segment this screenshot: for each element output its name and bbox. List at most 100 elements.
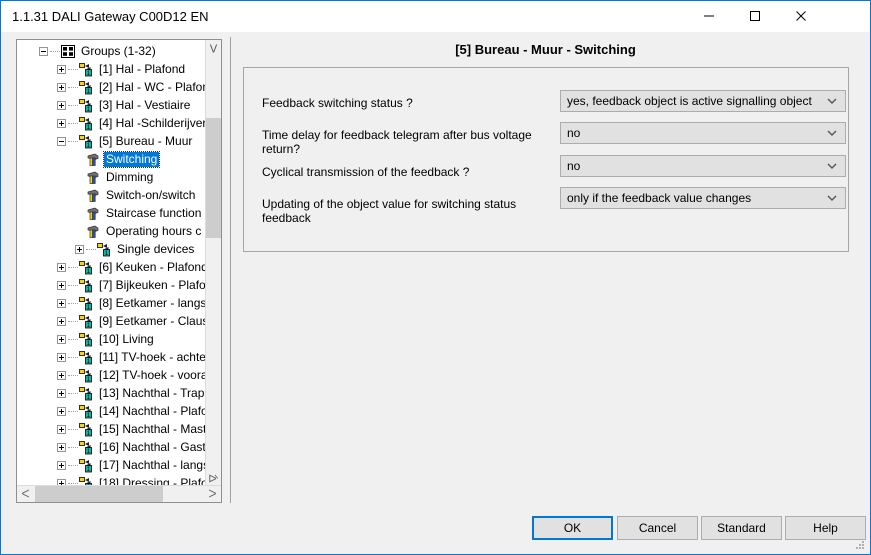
chevron-down-icon — [827, 130, 837, 137]
tree-node[interactable]: 1[3] Hal - Vestiaire — [17, 96, 207, 114]
expand-node-button[interactable] — [57, 83, 66, 92]
tree-node[interactable]: 1[7] Bijkeuken - Plafor — [17, 276, 207, 294]
parameter-group-box: Feedback switching status ? yes, feedbac… — [243, 67, 849, 252]
group-icon: 1 — [79, 459, 94, 473]
expand-node-button[interactable] — [57, 317, 66, 326]
expand-node-button[interactable] — [57, 407, 66, 416]
collapse-node-button[interactable] — [39, 47, 48, 56]
expand-node-button[interactable] — [57, 425, 66, 434]
tree-vertical-scrollbar[interactable]: ᐯ ᐭ — [205, 40, 221, 487]
expand-node-button[interactable] — [57, 335, 66, 344]
ok-button[interactable]: OK — [532, 516, 613, 540]
tree-connector — [68, 321, 78, 323]
tree-connector — [68, 69, 78, 71]
vertical-scroll-thumb[interactable] — [206, 118, 221, 238]
close-icon — [795, 10, 807, 22]
tree-node[interactable]: 1[2] Hal - WC - Plafon — [17, 78, 207, 96]
tree-panel: Groups (1-32)1[1] Hal - Plafond1[2] Hal … — [16, 39, 222, 503]
tree-connector — [68, 285, 78, 287]
maximize-button[interactable] — [732, 1, 778, 31]
combobox-value: no — [567, 159, 580, 173]
tree-node[interactable]: 1[5] Bureau - Muur — [17, 132, 207, 150]
expand-node-button[interactable] — [57, 371, 66, 380]
tree-node[interactable]: Dimming — [17, 168, 207, 186]
close-button[interactable] — [778, 1, 824, 31]
group-icon: 1 — [79, 369, 94, 383]
tree-node[interactable]: 1[10] Living — [17, 330, 207, 348]
tree-node[interactable]: 1[11] TV-hoek - achter — [17, 348, 207, 366]
expand-node-button[interactable] — [57, 443, 66, 452]
tree-node-root[interactable]: Groups (1-32) — [17, 42, 207, 60]
expand-node-button[interactable] — [57, 263, 66, 272]
expand-node-button[interactable] — [57, 65, 66, 74]
tree-content: Groups (1-32)1[1] Hal - Plafond1[2] Hal … — [17, 42, 207, 487]
tree-node-label: [7] Bijkeuken - Plafor — [97, 278, 207, 293]
object-value-update-combobox[interactable]: only if the feedback value changes — [560, 187, 846, 209]
expand-node-button[interactable] — [57, 119, 66, 128]
scroll-up-button[interactable]: ᐯ — [206, 40, 221, 57]
tree-node[interactable]: 1[8] Eetkamer - langs V — [17, 294, 207, 312]
tree-node[interactable]: Switching — [17, 150, 207, 168]
tree-connector — [68, 429, 78, 431]
tree-node[interactable]: 1[12] TV-hoek - vooraa — [17, 366, 207, 384]
help-button[interactable]: Help — [785, 516, 866, 540]
expand-node-button[interactable] — [57, 299, 66, 308]
expand-node-button[interactable] — [57, 101, 66, 110]
horizontal-scroll-thumb[interactable] — [35, 486, 163, 502]
expand-node-button[interactable] — [57, 353, 66, 362]
group-icon: 1 — [79, 387, 94, 401]
chevron-down-icon — [827, 98, 837, 105]
maximize-icon — [749, 10, 761, 22]
time-delay-feedback-combobox[interactable]: no — [560, 122, 846, 144]
tree-node[interactable]: 1[1] Hal - Plafond — [17, 60, 207, 78]
tree-node-label: [8] Eetkamer - langs V — [97, 296, 207, 311]
tree-horizontal-scrollbar[interactable]: ᐸ ᐳ — [17, 485, 221, 502]
tree-node-label: [15] Nachthal - Maste — [97, 422, 207, 437]
tree-node-label: [2] Hal - WC - Plafon — [97, 80, 207, 95]
expand-node-button[interactable] — [57, 389, 66, 398]
collapse-node-button[interactable] — [57, 137, 66, 146]
tree-connector — [68, 393, 78, 395]
tree-viewport[interactable]: Groups (1-32)1[1] Hal - Plafond1[2] Hal … — [17, 40, 207, 487]
tree-node[interactable]: Operating hours c — [17, 222, 207, 240]
tree-node[interactable]: 1[13] Nachthal - Traph — [17, 384, 207, 402]
group-icon: 1 — [79, 315, 94, 329]
cancel-button[interactable]: Cancel — [617, 516, 698, 540]
scroll-right-button[interactable]: ᐳ — [204, 486, 221, 502]
cyclical-transmission-combobox[interactable]: no — [560, 155, 846, 177]
expand-node-button[interactable] — [75, 245, 84, 254]
parameter-label: Time delay for feedback telegram after b… — [262, 128, 544, 156]
tree-node-label: [1] Hal - Plafond — [97, 62, 187, 77]
chevron-down-icon — [827, 163, 837, 170]
tree-node[interactable]: 1[6] Keuken - Plafond — [17, 258, 207, 276]
tree-node-label: [14] Nachthal - Plafor — [97, 404, 207, 419]
expand-node-button[interactable] — [57, 281, 66, 290]
tree-node-label: [17] Nachthal - langs — [97, 458, 207, 473]
tree-connector — [68, 105, 78, 107]
tree-node[interactable]: 1[9] Eetkamer - Claust — [17, 312, 207, 330]
scroll-left-button[interactable]: ᐸ — [17, 486, 34, 502]
tree-node[interactable]: Staircase function — [17, 204, 207, 222]
standard-button[interactable]: Standard — [701, 516, 782, 540]
parameter-label: Cyclical transmission of the feedback ? — [262, 165, 552, 179]
expand-node-button[interactable] — [57, 461, 66, 470]
group-icon: 1 — [79, 441, 94, 455]
tree-node-label: Switch-on/switch — [104, 188, 197, 203]
tree-node-label: [12] TV-hoek - vooraa — [97, 368, 207, 383]
tree-node-label: [11] TV-hoek - achter — [97, 350, 207, 365]
tree-node[interactable]: 1[15] Nachthal - Maste — [17, 420, 207, 438]
tree-node[interactable]: Switch-on/switch — [17, 186, 207, 204]
feedback-switching-status-combobox[interactable]: yes, feedback object is active signallin… — [560, 90, 846, 112]
parameter-icon — [86, 225, 101, 239]
tree-connector — [68, 339, 78, 341]
tree-node[interactable]: 1[17] Nachthal - langs — [17, 456, 207, 474]
tree-node[interactable]: 1[16] Nachthal - Gaste — [17, 438, 207, 456]
minimize-button[interactable] — [686, 1, 732, 31]
tree-node[interactable]: 1[14] Nachthal - Plafor — [17, 402, 207, 420]
tree-node[interactable]: 1[4] Hal -Schilderijverl — [17, 114, 207, 132]
tree-connector — [68, 375, 78, 377]
group-icon: 1 — [79, 261, 94, 275]
tree-node[interactable]: 1Single devices — [17, 240, 207, 258]
minimize-icon — [703, 10, 715, 22]
tree-node-label: [9] Eetkamer - Claust — [97, 314, 207, 329]
